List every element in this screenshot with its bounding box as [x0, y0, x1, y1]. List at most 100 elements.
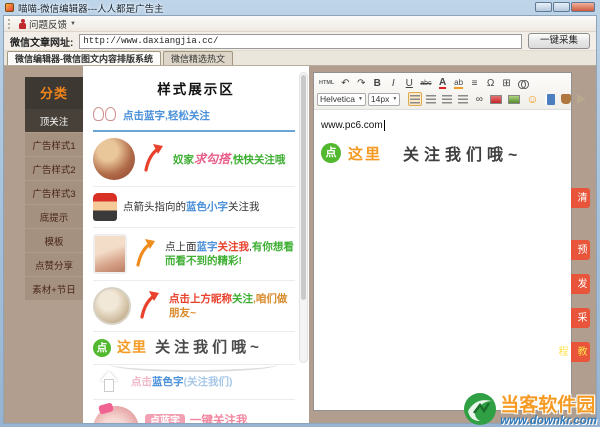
clear-button[interactable]: 清空 [556, 188, 590, 208]
dot-badge: 点 [93, 339, 111, 358]
omega-icon[interactable]: Ω [484, 76, 498, 90]
style-item-text: 点击蓝色字(关注我们) [131, 376, 233, 389]
align-justify-icon[interactable] [456, 92, 470, 106]
promo-line: 点 这里 关注我们哦~ [321, 141, 564, 165]
sidebar-item-底提示[interactable]: 底提示 [25, 204, 83, 228]
article-url-input[interactable] [79, 33, 522, 49]
undo-icon[interactable]: ↶ [338, 76, 352, 90]
sidebar-item-广告样式2[interactable]: 广告样式2 [25, 156, 83, 180]
toolbar-grip [8, 18, 11, 29]
sidebar-item-素材+节日[interactable]: 素材+节日 [25, 276, 83, 300]
style-panel-scrollbar[interactable] [299, 72, 308, 363]
here-label: 这里 [348, 145, 383, 163]
image-icon[interactable] [488, 92, 504, 106]
bow-girl-avatar [93, 406, 139, 423]
emoticon-icon[interactable]: ☺ [524, 92, 540, 106]
highlight-icon[interactable]: ab [452, 76, 466, 90]
sidebar-header: 分类 [25, 77, 83, 109]
style-item[interactable]: 点上面蓝字关注我,有你想看而看不到的精彩! [93, 228, 295, 281]
app-icon [5, 3, 14, 12]
bucket-icon[interactable] [559, 92, 573, 106]
font-color-icon[interactable]: A [436, 76, 450, 90]
minimize-button[interactable] [535, 2, 552, 12]
find-icon[interactable] [516, 76, 531, 90]
style-item-text: 点蓝字一键关注我撩得你香汗淋漓、你懂得... [145, 414, 263, 423]
watermark: 当客软件园 www.downkr.com [462, 391, 597, 427]
scrollbar-thumb[interactable] [301, 75, 306, 301]
sidebar-item-广告样式3[interactable]: 广告样式3 [25, 180, 83, 204]
font-family-select[interactable]: Helvetica ▼ [317, 92, 366, 106]
sidebar-list: 顶关注 广告样式1 广告样式2 广告样式3 底提示 模板 点赞分享 素材+节日 [25, 109, 83, 300]
pink-badge: 点蓝字 [145, 414, 185, 423]
round-photo-avatar [93, 287, 131, 325]
style-item[interactable]: 点这里 关注我们哦~ [93, 332, 295, 373]
dot-badge: 点 [321, 143, 341, 163]
toolbar-row-2: Helvetica ▼ 14px ▼ ∞ ☺ [317, 91, 587, 107]
curved-arrow-icon [136, 238, 155, 267]
style-item[interactable]: 点箭头指向的蓝色小字关注我 [93, 187, 295, 228]
book-icon[interactable] [543, 92, 557, 106]
downkr-logo-icon [464, 393, 497, 425]
flag-icon[interactable] [575, 92, 589, 106]
html-source-icon[interactable]: HTML [317, 76, 336, 90]
style-item[interactable]: 奴家求勾搭,快快关注哦 [93, 132, 295, 187]
maximize-button[interactable] [553, 2, 570, 12]
table-icon[interactable]: ⊞ [500, 76, 514, 90]
category-sidebar: 分类 顶关注 广告样式1 广告样式2 广告样式3 底提示 模板 点赞分享 素材+节日 [25, 77, 83, 300]
underline-icon[interactable]: U [402, 76, 416, 90]
title-bar: 喵喵-微信编辑器---人人都是广告主 [0, 0, 600, 15]
style-item-text: 奴家求勾搭,快快关注哦 [173, 151, 286, 166]
style-item[interactable]: 点击蓝字,轻松关注 [93, 101, 295, 132]
main-area: 分类 顶关注 广告样式1 广告样式2 广告样式3 底提示 模板 点赞分享 素材+节日 样式展示… [4, 66, 596, 423]
follow-us-text: 关注我们哦~ [403, 147, 523, 164]
style-item-text: 这里 关注我们哦~ [117, 339, 263, 356]
editor-content[interactable]: www.pc6.com 点 这里 关注我们哦~ [314, 110, 571, 170]
strikethrough-icon[interactable]: abc [418, 76, 433, 90]
preview-button[interactable]: 预览 [556, 240, 590, 260]
sidebar-item-顶关注[interactable]: 顶关注 [25, 109, 83, 132]
sidebar-item-模板[interactable]: 模板 [25, 228, 83, 252]
style-list: 点击蓝字,轻松关注奴家求勾搭,快快关注哦点箭头指向的蓝色小字关注我点上面蓝字关注… [83, 101, 309, 423]
sidebar-item-广告样式1[interactable]: 广告样式1 [25, 132, 83, 156]
girl-photo-square-avatar [93, 234, 127, 274]
font-size-select[interactable]: 14px ▼ [367, 92, 401, 106]
style-item[interactable]: 点击上方昵称关注,咱们做朋友~ [93, 281, 295, 332]
lady-photo-avatar [93, 138, 135, 180]
menu-bar: 问题反馈 ▼ [4, 16, 596, 32]
toolbar-row-2-icons: ∞ ☺ [408, 92, 588, 106]
style-item-text: 点上面蓝字关注我,有你想看而看不到的精彩! [165, 240, 294, 267]
person-icon [19, 18, 26, 29]
style-item-text: 点击蓝字,轻松关注 [123, 110, 210, 123]
window-body: 问题反馈 ▼ 微信文章网址: 一键采集 微信编辑器-微信图文内容排版系统 微信精… [3, 15, 597, 424]
style-item[interactable]: 点蓝字一键关注我撩得你香汗淋漓、你懂得... [93, 400, 295, 423]
style-display-panel: 样式展示区 点击蓝字,轻松关注 奴家求勾搭,快快关注哦 点箭头指向的蓝色小字关注我点… [83, 66, 309, 423]
align-center-icon[interactable] [424, 92, 438, 106]
redo-icon[interactable]: ↷ [354, 76, 368, 90]
list-icon[interactable]: ≡ [468, 76, 482, 90]
wechat-editor: HTML ↶ ↷ B I Uabc Aab ≡ Ω ⊞ Helvetica ▼ 14px ▼ ∞ ☺ [313, 72, 587, 411]
collect-button[interactable]: 采集 [556, 308, 590, 328]
tutorial-button[interactable]: 教程 [556, 342, 590, 362]
tab-strip: 微信编辑器-微信图文内容排版系统 微信精选热文 [4, 51, 596, 66]
image-upload-icon[interactable] [506, 92, 522, 106]
hollow-up-arrow-icon [99, 371, 119, 393]
url-bar: 微信文章网址: 一键采集 [4, 32, 596, 51]
tab-editor[interactable]: 微信编辑器-微信图文内容排版系统 [7, 51, 161, 65]
align-left-icon[interactable] [408, 92, 423, 106]
close-button[interactable] [571, 2, 595, 12]
feedback-label: 问题反馈 [29, 19, 68, 31]
style-item[interactable]: 点击蓝色字(关注我们) [93, 365, 295, 401]
link-icon[interactable]: ∞ [472, 92, 486, 106]
sidebar-item-点赞分享[interactable]: 点赞分享 [25, 252, 83, 276]
align-right-icon[interactable] [440, 92, 454, 106]
chevron-down-icon: ▼ [70, 20, 76, 27]
feedback-menu[interactable]: 问题反馈 ▼ [15, 16, 80, 32]
one-key-collect-button[interactable]: 一键采集 [528, 33, 590, 49]
italic-icon[interactable]: I [386, 76, 400, 90]
bold-icon[interactable]: B [370, 76, 384, 90]
style-item-text: 点箭头指向的蓝色小字关注我 [123, 200, 260, 213]
watermark-site-name: 当客软件园 [500, 394, 596, 416]
publish-button[interactable]: 发布 [556, 274, 590, 294]
tab-hot-articles[interactable]: 微信精选热文 [163, 51, 234, 65]
editor-toolbar: HTML ↶ ↷ B I Uabc Aab ≡ Ω ⊞ Helvetica ▼ 14px ▼ ∞ ☺ [314, 73, 587, 110]
